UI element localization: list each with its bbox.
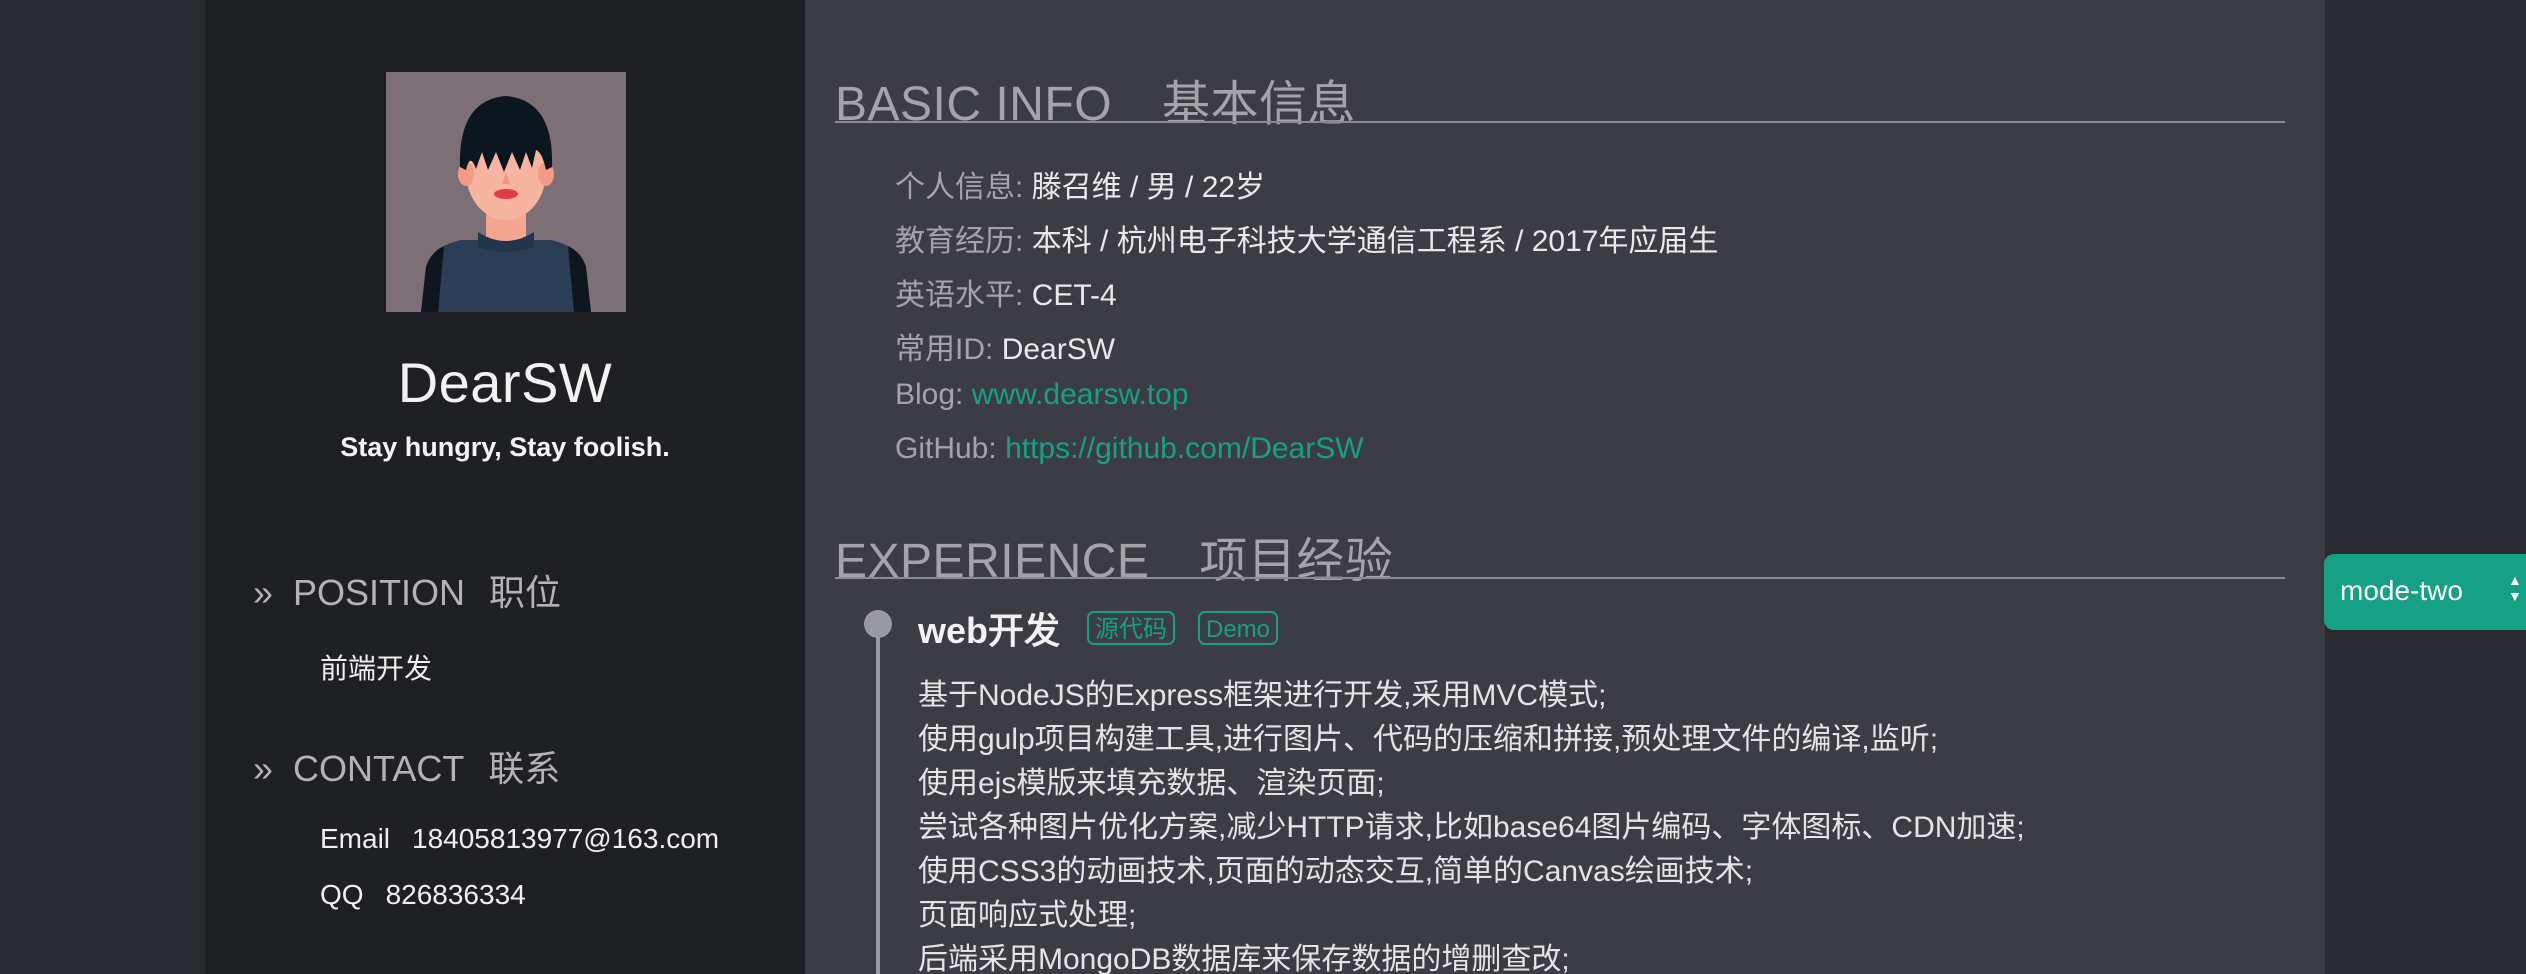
position-heading: » POSITION 职位 <box>253 564 561 616</box>
info-blog: Blog: www.dearsw.top <box>895 378 1189 412</box>
info-value: 本科 / 杭州电子科技大学通信工程系 / 2017年应届生 <box>1031 225 1719 258</box>
email-value[interactable]: 18405813977@163.com <box>412 823 719 854</box>
contact-heading-en: CONTACT <box>293 748 465 789</box>
qq-label: QQ <box>320 879 364 910</box>
github-link[interactable]: https://github.com/DearSW <box>1005 432 1363 465</box>
position-heading-cn: 职位 <box>489 572 562 613</box>
contact-heading-cn: 联系 <box>488 748 561 789</box>
resume-page: DearSW Stay hungry, Stay foolish. » POSIT… <box>0 0 2526 974</box>
info-label: 常用ID: <box>895 333 994 366</box>
project-bullet: 使用CSS3的动画技术,页面的动态交互,简单的Canvas绘画技术; <box>918 855 1754 888</box>
info-personal: 个人信息: 滕召维 / 男 / 22岁 <box>895 162 1265 206</box>
experience-title-cn: 项目经验 <box>1199 535 1394 588</box>
email-label: Email <box>320 823 391 854</box>
profile-motto: Stay hungry, Stay foolish. <box>340 432 670 462</box>
position-value: 前端开发 <box>320 653 433 684</box>
info-education: 教育经历: 本科 / 杭州电子科技大学通信工程系 / 2017年应届生 <box>895 216 1718 260</box>
section-divider <box>835 577 2285 579</box>
info-label: Blog: <box>895 378 964 411</box>
project-bullet: 后端采用MongoDB数据库来保存数据的增删查改; <box>918 943 1570 974</box>
contact-qq: QQ 826836334 <box>320 879 526 911</box>
basic-info-title: BASIC INFO 基本信息 <box>835 64 1356 134</box>
info-value: CET-4 <box>1031 279 1117 312</box>
blog-link[interactable]: www.dearsw.top <box>972 378 1189 411</box>
basic-info-title-en: BASIC INFO <box>835 78 1113 131</box>
profile-name: DearSW <box>397 351 613 414</box>
demo-tag[interactable]: Demo <box>1198 611 1279 645</box>
experience-title-en: EXPERIENCE <box>835 535 1150 588</box>
project-bullet: 使用ejs模版来填充数据、渲染页面; <box>918 767 1385 800</box>
info-value: DearSW <box>1001 333 1116 366</box>
project-bullet: 使用gulp项目构建工具,进行图片、代码的压缩和拼接,预处理文件的编译,监听; <box>918 723 1939 756</box>
info-english: 英语水平: CET-4 <box>895 270 1117 314</box>
project-bullet: 基于NodeJS的Express框架进行开发,采用MVC模式; <box>918 679 1607 712</box>
timeline-dot <box>864 610 892 638</box>
contact-heading: » CONTACT 联系 <box>253 740 560 792</box>
source-code-tag[interactable]: 源代码 <box>1087 611 1175 645</box>
info-value: 滕召维 / 男 / 22岁 <box>1031 171 1266 204</box>
qq-value: 826836334 <box>385 879 526 910</box>
select-updown-icon: ▲ ▼ <box>2508 572 2522 604</box>
info-label: GitHub: <box>895 432 997 465</box>
mode-select-value: mode-two <box>2340 575 2463 606</box>
double-chevron-right-icon: » <box>253 748 274 789</box>
info-github: GitHub: https://github.com/DearSW <box>895 432 1364 466</box>
project-bullet: 页面响应式处理; <box>918 899 1137 932</box>
info-id: 常用ID: DearSW <box>895 324 1115 368</box>
experience-title: EXPERIENCE 项目经验 <box>835 521 1393 591</box>
timeline-line <box>876 630 880 974</box>
basic-info-title-cn: 基本信息 <box>1162 78 1357 131</box>
info-label: 个人信息: <box>895 171 1024 204</box>
position-heading-en: POSITION <box>293 572 466 613</box>
project-title: web开发 <box>918 610 1061 651</box>
contact-email: Email 18405813977@163.com <box>320 823 719 855</box>
mode-select[interactable]: mode-two ▲ ▼ <box>2324 554 2526 630</box>
info-label: 英语水平: <box>895 279 1024 312</box>
avatar <box>386 72 626 312</box>
info-label: 教育经历: <box>895 225 1024 258</box>
double-chevron-right-icon: » <box>253 572 274 613</box>
project-bullet: 尝试各种图片优化方案,减少HTTP请求,比如base64图片编码、字体图标、CD… <box>918 811 2025 844</box>
section-divider <box>835 121 2285 123</box>
